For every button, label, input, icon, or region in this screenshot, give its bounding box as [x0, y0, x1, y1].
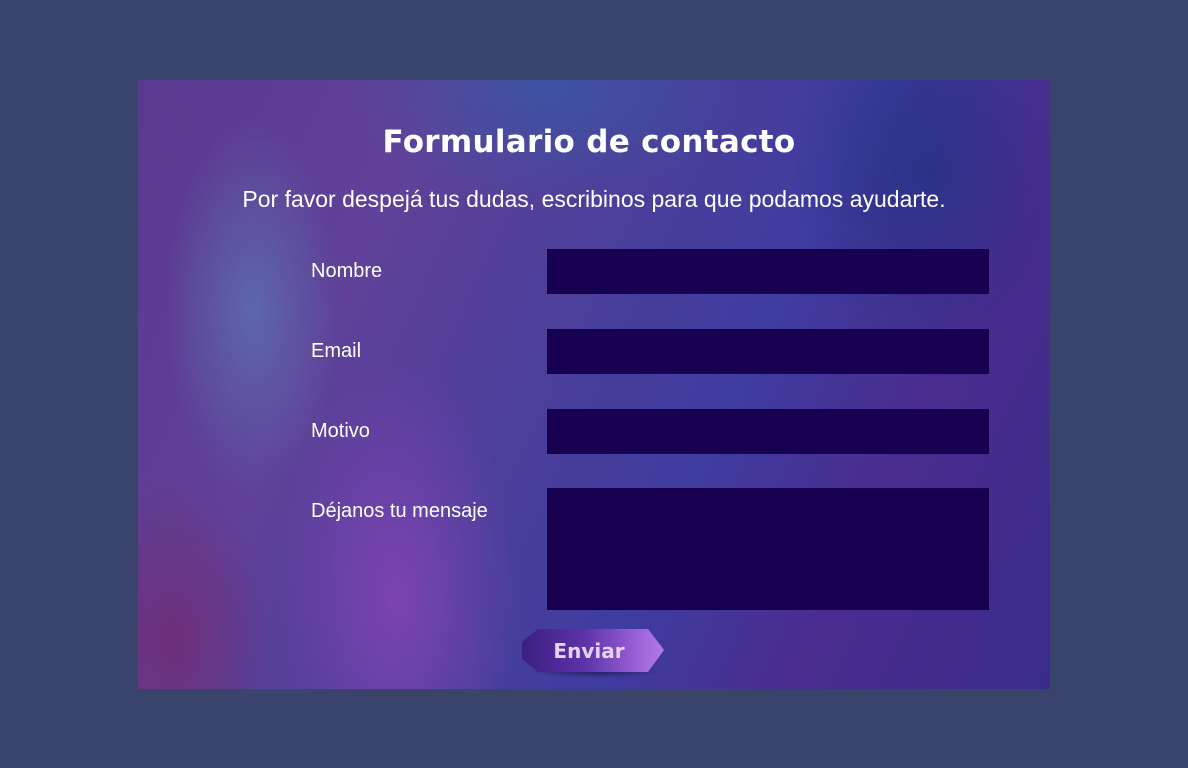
reason-input[interactable]	[547, 409, 989, 454]
message-label: Déjanos tu mensaje	[311, 500, 488, 522]
reason-label: Motivo	[311, 420, 370, 442]
form-subtitle: Por favor despejá tus dudas, escribinos …	[242, 186, 946, 212]
form-title: Formulario de contacto	[382, 124, 796, 160]
email-input[interactable]	[547, 329, 989, 374]
message-textarea[interactable]	[547, 488, 989, 610]
email-label: Email	[311, 340, 362, 362]
name-input[interactable]	[547, 249, 989, 294]
contact-form-card: Formulario de contacto Por favor despejá…	[138, 80, 1050, 689]
submit-button[interactable]: Enviar	[522, 629, 664, 672]
submit-button-label: Enviar	[553, 638, 625, 663]
name-label: Nombre	[311, 260, 383, 282]
